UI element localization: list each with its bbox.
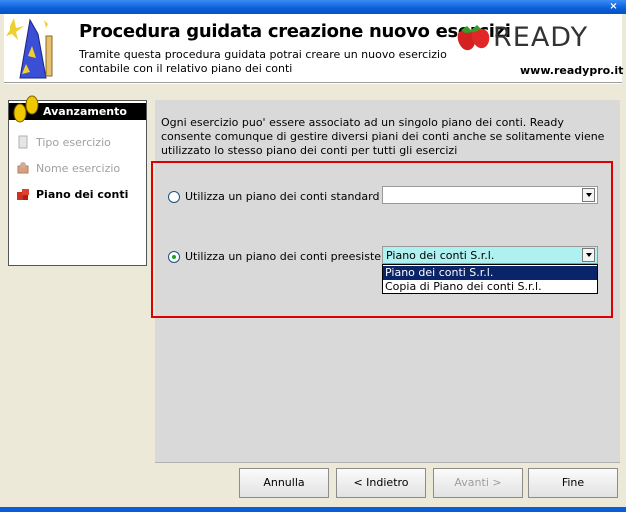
nav-item-label: Piano dei conti <box>36 187 129 201</box>
nav-item-label: Nome esercizio <box>36 161 121 175</box>
nav-item-label: Tipo esercizio <box>36 135 111 149</box>
radio-standard[interactable] <box>168 190 180 203</box>
existing-combo[interactable]: Piano dei conti S.r.l. <box>382 246 598 264</box>
wizard-hat-icon <box>6 18 53 79</box>
combo-dropdown-list: Piano dei conti S.r.l. Copia di Piano de… <box>382 264 598 294</box>
standard-combo[interactable] <box>382 186 598 204</box>
gear-icon <box>17 162 29 174</box>
strawberry-logo-icon <box>457 25 490 51</box>
progress-panel <box>8 100 147 266</box>
logo-text: READY <box>493 22 589 53</box>
dropdown-option[interactable]: Copia di Piano dei conti S.r.l. <box>383 280 597 294</box>
radio-existing[interactable] <box>168 250 180 263</box>
title-bar <box>0 0 626 14</box>
cancel-button[interactable]: Annulla <box>239 468 329 498</box>
dropdown-option[interactable]: Piano dei conti S.r.l. <box>383 266 597 280</box>
wizard-title: Procedura guidata creazione nuovo eserci… <box>79 21 511 42</box>
footsteps-icon <box>13 95 39 123</box>
option-existing-label[interactable]: Utilizza un piano dei conti preesistente <box>185 250 399 263</box>
wizard-description: Tramite questa procedura guidata potrai … <box>79 48 447 75</box>
option-standard[interactable]: Utilizza un piano dei conti standard <box>168 190 379 203</box>
next-button[interactable]: Avanti > <box>433 468 523 498</box>
finish-button[interactable]: Fine <box>528 468 618 498</box>
chevron-down-icon[interactable] <box>582 248 595 262</box>
close-button[interactable]: × <box>607 1 620 13</box>
chevron-down-icon[interactable] <box>582 188 595 202</box>
window-bottom-border <box>0 507 626 512</box>
website-link: www.readypro.it <box>520 64 624 77</box>
nav-item-piano-dei-conti: Piano dei conti <box>16 185 128 203</box>
existing-combo-value: Piano dei conti S.r.l. <box>386 249 495 262</box>
option-standard-label[interactable]: Utilizza un piano dei conti standard <box>185 190 379 203</box>
option-existing[interactable]: Utilizza un piano dei conti preesistente <box>168 250 399 263</box>
progress-heading-label: Avanzamento <box>43 105 127 118</box>
nav-item-tipo-esercizio: Tipo esercizio <box>16 133 111 151</box>
back-button[interactable]: < Indietro <box>336 468 426 498</box>
nav-item-nome-esercizio: Nome esercizio <box>16 159 120 177</box>
header-divider-light <box>4 83 622 84</box>
puzzle-icon <box>17 189 29 200</box>
document-icon <box>18 135 28 149</box>
footer-divider <box>155 462 620 463</box>
intro-text: Ogni esercizio puo' essere associato ad … <box>161 116 605 157</box>
highlight-frame <box>151 161 613 318</box>
